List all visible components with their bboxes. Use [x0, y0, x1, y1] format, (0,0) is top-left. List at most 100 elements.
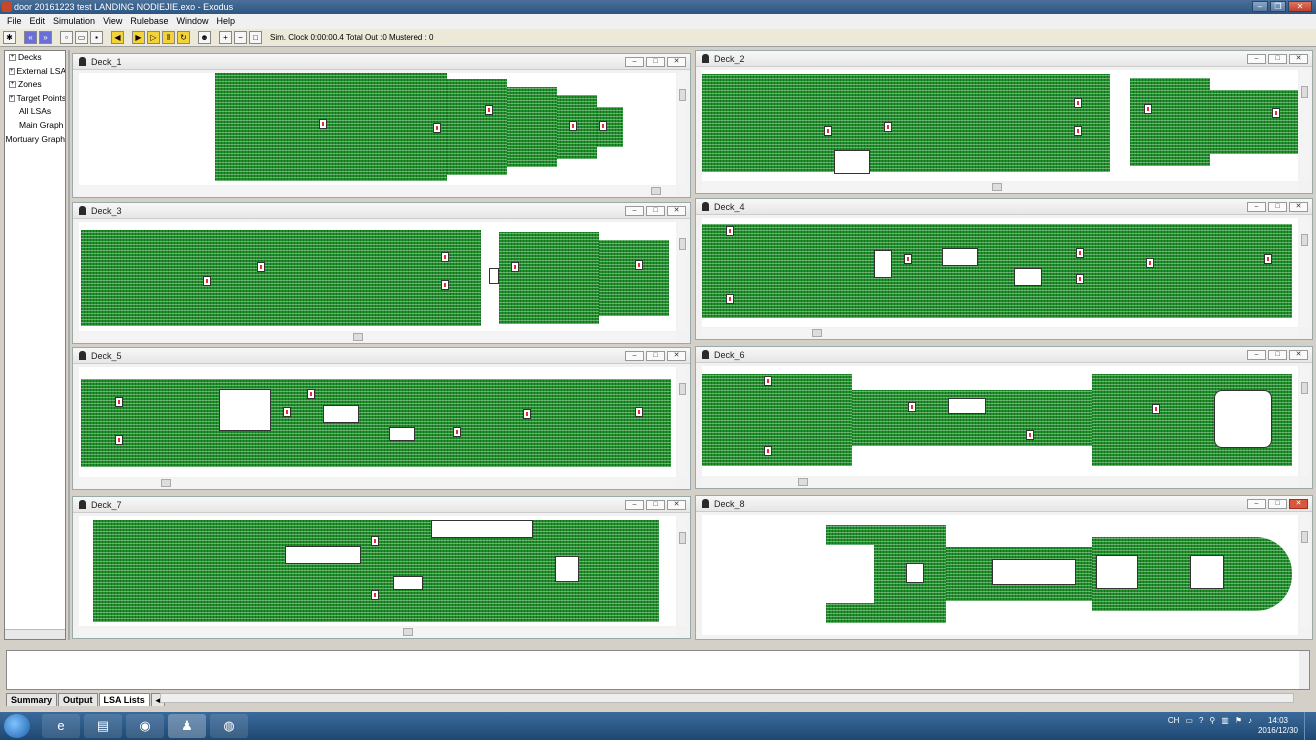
deck-8-plan[interactable]: [702, 515, 1298, 635]
door-marker[interactable]: [1152, 404, 1160, 414]
expand-icon[interactable]: +: [9, 95, 15, 103]
tree-horizontal-scrollbar[interactable]: [5, 629, 65, 639]
reset-icon[interactable]: ↻: [177, 31, 190, 44]
minimize-icon[interactable]: –: [1247, 499, 1266, 509]
vertical-scrollbar[interactable]: [678, 222, 687, 331]
exodus-run-icon[interactable]: ✱: [3, 31, 16, 44]
close-icon[interactable]: ✕: [667, 500, 686, 510]
zoom-fit-icon[interactable]: □: [249, 31, 262, 44]
horizontal-scrollbar[interactable]: [702, 477, 1298, 487]
maximize-icon[interactable]: □: [646, 351, 665, 361]
menu-simulation[interactable]: Simulation: [49, 14, 99, 29]
horizontal-scrollbar[interactable]: [702, 328, 1298, 338]
door-marker[interactable]: [1144, 104, 1152, 114]
menu-view[interactable]: View: [99, 14, 126, 29]
deck-5-window[interactable]: Deck_5 – □ ✕: [72, 347, 691, 490]
deck-1-plan[interactable]: [79, 73, 676, 185]
zoom-in-icon[interactable]: +: [219, 31, 232, 44]
door-marker[interactable]: [511, 262, 519, 272]
zoom-out-icon[interactable]: −: [234, 31, 247, 44]
close-icon[interactable]: ✕: [667, 351, 686, 361]
door-marker[interactable]: [908, 402, 916, 412]
pause-icon[interactable]: ‖: [162, 31, 175, 44]
deck-6-window[interactable]: Deck_6 – □ ✕: [695, 346, 1313, 489]
tab-summary[interactable]: Summary: [6, 692, 58, 706]
deck-3-plan[interactable]: [79, 222, 676, 331]
ie-icon[interactable]: e: [42, 714, 80, 738]
maximize-icon[interactable]: □: [646, 500, 665, 510]
maximize-icon[interactable]: □: [1268, 350, 1287, 360]
door-marker[interactable]: [635, 407, 643, 417]
expand-icon[interactable]: +: [9, 81, 16, 89]
deck-4-titlebar[interactable]: Deck_4 – □ ✕: [696, 199, 1312, 215]
minimize-icon[interactable]: –: [625, 57, 644, 67]
minimize-icon[interactable]: –: [1247, 54, 1266, 64]
tree-item-main-graph[interactable]: Main Graph: [5, 119, 65, 133]
tree-item-all-lsas[interactable]: All LSAs: [5, 105, 65, 119]
forward-icon[interactable]: »: [39, 31, 52, 44]
deck-1-titlebar[interactable]: Deck_1 – □ ✕: [73, 54, 690, 70]
deck-7-plan[interactable]: [79, 516, 676, 626]
vertical-scrollbar[interactable]: [678, 73, 687, 185]
deck-3-titlebar[interactable]: Deck_3 – □ ✕: [73, 203, 690, 219]
horizontal-scrollbar[interactable]: [79, 478, 676, 488]
menu-file[interactable]: File: [3, 14, 26, 29]
explorer-icon[interactable]: ▤: [84, 714, 122, 738]
deck-2-titlebar[interactable]: Deck_2 – □ ✕: [696, 51, 1312, 67]
door-marker[interactable]: [1074, 98, 1082, 108]
door-marker[interactable]: [433, 123, 441, 133]
tab-lsa-lists[interactable]: LSA Lists: [98, 692, 150, 706]
door-marker[interactable]: [764, 376, 772, 386]
tab-output[interactable]: Output: [58, 692, 98, 706]
start-button[interactable]: [4, 714, 30, 738]
chrome-icon[interactable]: ◉: [126, 714, 164, 738]
taskbar-clock[interactable]: 14:03 2016/12/30: [1258, 716, 1298, 736]
door-marker[interactable]: [257, 262, 265, 272]
restore-button[interactable]: ❐: [1270, 1, 1286, 12]
deck-5-titlebar[interactable]: Deck_5 – □ ✕: [73, 348, 690, 364]
show-desktop-button[interactable]: [1304, 712, 1316, 740]
rewind-icon[interactable]: ◀: [111, 31, 124, 44]
deck-8-titlebar[interactable]: Deck_8 – □ ✕: [696, 496, 1312, 512]
door-marker[interactable]: [1074, 126, 1082, 136]
deck-6-plan[interactable]: [702, 366, 1298, 476]
door-marker[interactable]: [1076, 274, 1084, 284]
door-marker[interactable]: [485, 105, 493, 115]
keyboard-icon[interactable]: ▭: [1185, 716, 1193, 725]
save-icon[interactable]: ▪: [90, 31, 103, 44]
deck-2-window[interactable]: Deck_2 – □ ✕: [695, 50, 1313, 194]
tree-item-zones[interactable]: + Zones: [5, 78, 65, 92]
tree-item-decks[interactable]: + Decks: [5, 51, 65, 65]
door-marker[interactable]: [635, 260, 643, 270]
bottom-horizontal-scrollbar[interactable]: [160, 693, 1294, 703]
horizontal-scrollbar[interactable]: [702, 182, 1298, 192]
close-icon[interactable]: ✕: [1289, 350, 1308, 360]
step-icon[interactable]: ▷: [147, 31, 160, 44]
exodus-task-icon[interactable]: ♟: [168, 714, 206, 738]
vertical-scrollbar[interactable]: [1300, 366, 1309, 476]
door-marker[interactable]: [371, 536, 379, 546]
tree-item-external-lsas[interactable]: +External LSAs: [5, 65, 65, 79]
deck-1-window[interactable]: Deck_1 – □ ✕: [72, 53, 691, 198]
tree-item-target-points[interactable]: + Target Points: [5, 92, 65, 106]
door-marker[interactable]: [441, 280, 449, 290]
menu-edit[interactable]: Edit: [26, 14, 50, 29]
door-marker[interactable]: [1272, 108, 1280, 118]
door-marker[interactable]: [453, 427, 461, 437]
vertical-scrollbar[interactable]: [678, 367, 687, 477]
door-marker[interactable]: [319, 119, 327, 129]
back-icon[interactable]: «: [24, 31, 37, 44]
maximize-icon[interactable]: □: [646, 57, 665, 67]
minimize-button[interactable]: –: [1252, 1, 1268, 12]
help-icon[interactable]: ?: [1199, 716, 1203, 725]
door-marker[interactable]: [307, 389, 315, 399]
door-marker[interactable]: [441, 252, 449, 262]
deck-8-window[interactable]: Deck_8 – □ ✕: [695, 495, 1313, 640]
door-marker[interactable]: [726, 294, 734, 304]
ime-indicator[interactable]: CH: [1168, 716, 1180, 725]
door-marker[interactable]: [1264, 254, 1272, 264]
deck-2-plan[interactable]: [702, 70, 1298, 181]
door-marker[interactable]: [1076, 248, 1084, 258]
door-marker[interactable]: [115, 435, 123, 445]
door-marker[interactable]: [884, 122, 892, 132]
